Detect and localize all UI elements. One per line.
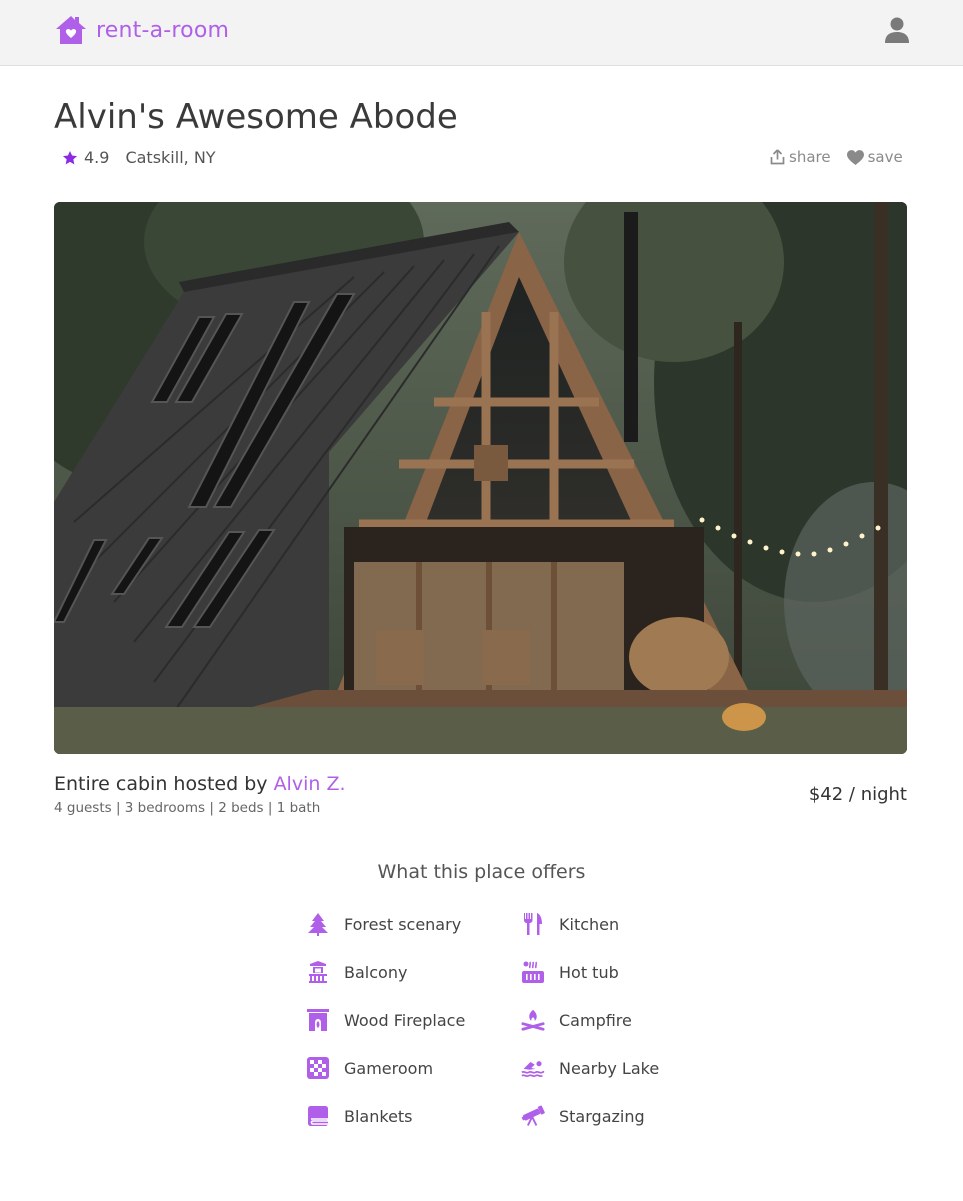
brand-logo[interactable]: rent-a-room — [54, 14, 229, 46]
fireplace-icon — [306, 1008, 330, 1032]
amenity-hot-tub: Hot tub — [521, 960, 619, 984]
listing-title: Alvin's Awesome Abode — [54, 97, 458, 137]
amenity-balcony: Balcony — [306, 960, 407, 984]
amenity-nearby-lake: Nearby Lake — [521, 1056, 659, 1080]
hot-tub-icon — [521, 960, 545, 984]
host-name-link[interactable]: Alvin Z. — [274, 773, 346, 795]
checkerboard-icon — [306, 1056, 330, 1080]
amenity-wood-fireplace: Wood Fireplace — [306, 1008, 465, 1032]
amenity-gameroom: Gameroom — [306, 1056, 433, 1080]
amenity-label: Kitchen — [559, 914, 620, 934]
amenity-label: Nearby Lake — [559, 1058, 660, 1078]
share-icon — [770, 149, 785, 165]
balcony-icon — [306, 960, 330, 984]
amenity-campfire: Campfire — [521, 1008, 632, 1032]
save-button[interactable]: save — [846, 148, 903, 166]
amenity-label: Blankets — [344, 1106, 413, 1126]
amenity-label: Balcony — [344, 962, 408, 982]
star-icon — [63, 150, 77, 164]
offers-heading: What this place offers — [377, 861, 586, 883]
listing-actions: share save — [770, 148, 903, 166]
hosted-by-text: Entire cabin hosted by Alvin Z. — [54, 773, 346, 795]
amenity-forest-scenary: Forest scenary — [306, 912, 461, 936]
amenity-label: Stargazing — [559, 1106, 645, 1126]
amenity-stargazing: Stargazing — [521, 1104, 645, 1128]
amenity-label: Campfire — [559, 1010, 632, 1030]
brand-name: rent-a-room — [96, 17, 230, 43]
top-navigation-bar: rent-a-room — [0, 0, 963, 66]
utensils-icon — [521, 912, 545, 936]
swimmer-icon — [521, 1056, 545, 1080]
listing-details: 4 guests | 3 bedrooms | 2 beds | 1 bath — [54, 800, 321, 816]
blanket-icon — [306, 1104, 330, 1128]
amenity-label: Hot tub — [559, 962, 619, 982]
telescope-icon — [521, 1104, 545, 1128]
user-account-icon[interactable] — [884, 16, 910, 44]
listing-photo[interactable] — [54, 202, 907, 754]
price-per-night: $42 / night — [808, 784, 907, 805]
amenity-label: Wood Fireplace — [344, 1010, 466, 1030]
share-label: share — [789, 148, 831, 166]
rating-value: 4.9 — [84, 148, 110, 167]
cabin-illustration — [54, 202, 907, 754]
heart-icon — [846, 149, 864, 165]
amenity-label: Gameroom — [344, 1058, 434, 1078]
save-label: save — [867, 148, 903, 166]
share-button[interactable]: share — [770, 148, 831, 166]
campfire-icon — [521, 1008, 545, 1032]
amenity-label: Forest scenary — [344, 914, 462, 934]
listing-meta: 4.9 Catskill, NY — [62, 148, 216, 167]
amenity-kitchen: Kitchen — [521, 912, 619, 936]
amenity-blankets: Blankets — [306, 1104, 413, 1128]
house-heart-icon — [56, 16, 86, 44]
hosted-prefix: Entire cabin hosted by — [54, 773, 274, 795]
location-text: Catskill, NY — [125, 148, 216, 167]
tree-icon — [306, 912, 330, 936]
